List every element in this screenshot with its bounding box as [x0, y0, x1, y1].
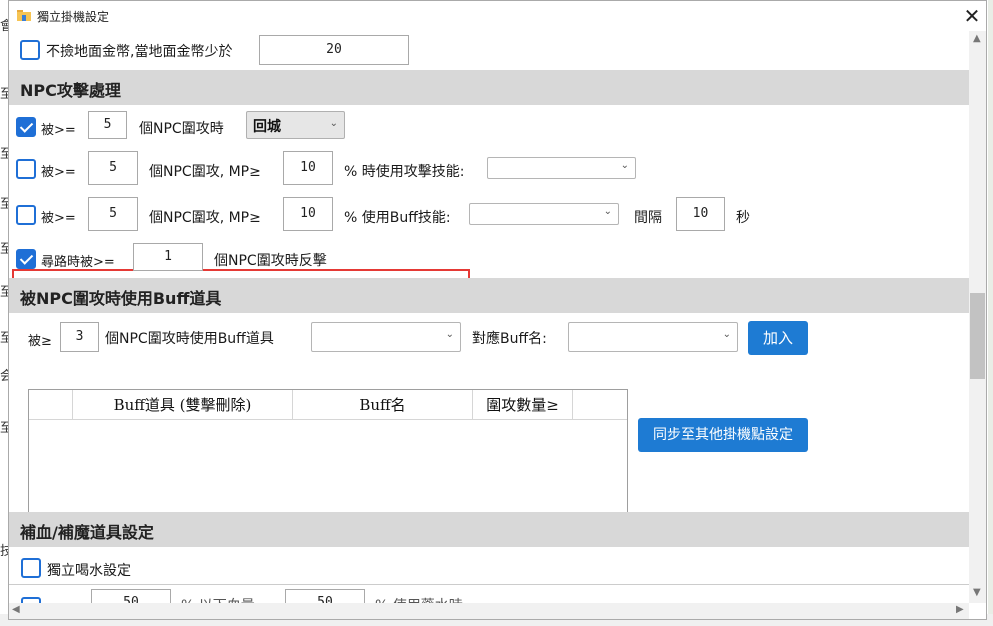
skip-coins-label: 不撿地面金幣,當地面金幣少於 — [46, 44, 233, 60]
independent-drink-checkbox[interactable] — [21, 558, 41, 578]
background-glyph: 至 — [0, 285, 8, 300]
row3-mp-input[interactable]: 10 — [283, 197, 333, 231]
buff-map-label: 對應Buff名: — [472, 331, 547, 347]
vertical-scroll-thumb[interactable] — [970, 293, 985, 379]
chevron-down-icon: ⌄ — [603, 206, 612, 217]
row3-mid-label: 個NPC圍攻, MP≥ — [149, 210, 261, 226]
attack-skill-select[interactable]: ⌄ — [487, 157, 636, 179]
row1-action-value: 回城 — [253, 119, 281, 135]
buff-skill-checkbox[interactable] — [16, 205, 36, 225]
row2-prefix: 被>= — [41, 165, 76, 180]
row3-count-input[interactable]: 5 — [88, 197, 138, 231]
buff-count-input[interactable]: 3 — [60, 322, 99, 352]
table-header-buff-name[interactable]: Buff名 — [293, 390, 473, 420]
attack-skill-checkbox[interactable] — [16, 159, 36, 179]
section-npc-attack: NPC攻擊處理 — [9, 70, 969, 105]
skip-coins-checkbox[interactable] — [20, 40, 40, 60]
background-glyph: 至 — [0, 421, 8, 436]
section-title: NPC攻擊處理 — [20, 81, 121, 100]
row4-count-input[interactable]: 1 — [133, 243, 203, 271]
buff-skill-select[interactable]: ⌄ — [469, 203, 619, 225]
table-header-buff-item[interactable]: Buff道具 (雙擊刪除) — [73, 390, 293, 420]
interval-label: 間隔 — [634, 210, 662, 226]
scroll-left-icon[interactable]: ◀ — [12, 604, 20, 615]
divider — [9, 584, 969, 585]
sync-settings-button[interactable]: 同步至其他掛機點設定 — [638, 418, 808, 452]
buff-name-select[interactable]: ⌄ — [568, 322, 738, 352]
table-header-filler — [573, 390, 627, 420]
background-glyph: 会 — [0, 369, 8, 384]
background-glyph: 至 — [0, 147, 8, 162]
hp-percent-input[interactable]: 50 — [91, 589, 171, 603]
interval-input[interactable]: 10 — [676, 197, 725, 231]
buff-prefix: 被≥ — [28, 334, 52, 349]
row3-prefix: 被>= — [41, 211, 76, 226]
row1-action-select[interactable]: 回城 ⌄ — [246, 111, 345, 139]
table-header-siege-count[interactable]: 圍攻數量≥ — [473, 390, 573, 420]
horizontal-scrollbar[interactable]: ◀ ▶ — [9, 603, 969, 619]
section-buff-items: 被NPC圍攻時使用Buff道具 — [9, 278, 969, 313]
independent-drink-label: 獨立喝水設定 — [47, 563, 131, 579]
background-glyph: 至 — [0, 242, 8, 257]
mp-percent-label: % 使用藥水時 — [375, 595, 463, 603]
background-glyph: 至 — [0, 331, 8, 346]
scroll-down-icon[interactable]: ▼ — [973, 587, 981, 598]
hp-percent-label: % 以下血量 — [181, 595, 255, 603]
buff-item-select[interactable]: ⌄ — [311, 322, 461, 352]
folder-icon — [17, 10, 31, 21]
row1-prefix: 被>= — [41, 123, 76, 138]
chevron-down-icon: ⌄ — [329, 118, 338, 129]
row2-mid-label: 個NPC圍攻, MP≥ — [149, 164, 261, 180]
row2-mp-input[interactable]: 10 — [283, 151, 333, 185]
scroll-right-icon[interactable]: ▶ — [956, 604, 964, 615]
coin-threshold-input[interactable]: 20 — [259, 35, 409, 65]
flee-town-checkbox[interactable] — [16, 117, 36, 137]
background-glyph: 至 — [0, 87, 8, 102]
section-heal-mana: 補血/補魔道具設定 — [9, 512, 969, 547]
settings-dialog: 獨立掛機設定 ✕ 不撿地面金幣,當地面金幣少於 20 NPC攻擊處理 被>= 5… — [8, 0, 987, 620]
window-title: 獨立掛機設定 — [37, 10, 110, 24]
row3-suffix-label: % 使用Buff技能: — [344, 210, 451, 226]
section-title: 補血/補魔道具設定 — [20, 523, 154, 542]
seconds-label: 秒 — [736, 210, 750, 226]
add-button[interactable]: 加入 — [748, 321, 808, 355]
section-title: 被NPC圍攻時使用Buff道具 — [20, 289, 222, 308]
chevron-down-icon: ⌄ — [445, 329, 454, 340]
mp-percent-input[interactable]: 50 — [285, 589, 365, 603]
dialog-content: 不撿地面金幣,當地面金幣少於 20 NPC攻擊處理 被>= 5 個NPC圍攻時 … — [9, 31, 969, 603]
chevron-down-icon: ⌄ — [620, 160, 629, 171]
chevron-down-icon: ⌄ — [722, 329, 731, 340]
table-row-header-cell — [29, 390, 73, 420]
close-button[interactable]: ✕ — [959, 3, 985, 29]
row2-count-input[interactable]: 5 — [88, 151, 138, 185]
scroll-up-icon[interactable]: ▲ — [973, 33, 981, 44]
row1-mid-label: 個NPC圍攻時 — [139, 121, 224, 137]
row2-suffix-label: % 時使用攻擊技能: — [344, 164, 465, 180]
buff-mid-label: 個NPC圍攻時使用Buff道具 — [105, 331, 274, 347]
background-glyph: 至 — [0, 197, 8, 212]
pathing-counter-checkbox[interactable] — [16, 249, 36, 269]
background-app-right — [988, 0, 993, 626]
background-glyph: 會 — [0, 19, 8, 34]
title-bar: 獨立掛機設定 ✕ — [9, 1, 986, 31]
row4-suffix-label: 個NPC圍攻時反擊 — [214, 253, 327, 269]
row1-count-input[interactable]: 5 — [88, 111, 127, 139]
row4-prefix: 尋路時被>= — [41, 255, 115, 270]
background-glyph: 技 — [0, 544, 8, 559]
